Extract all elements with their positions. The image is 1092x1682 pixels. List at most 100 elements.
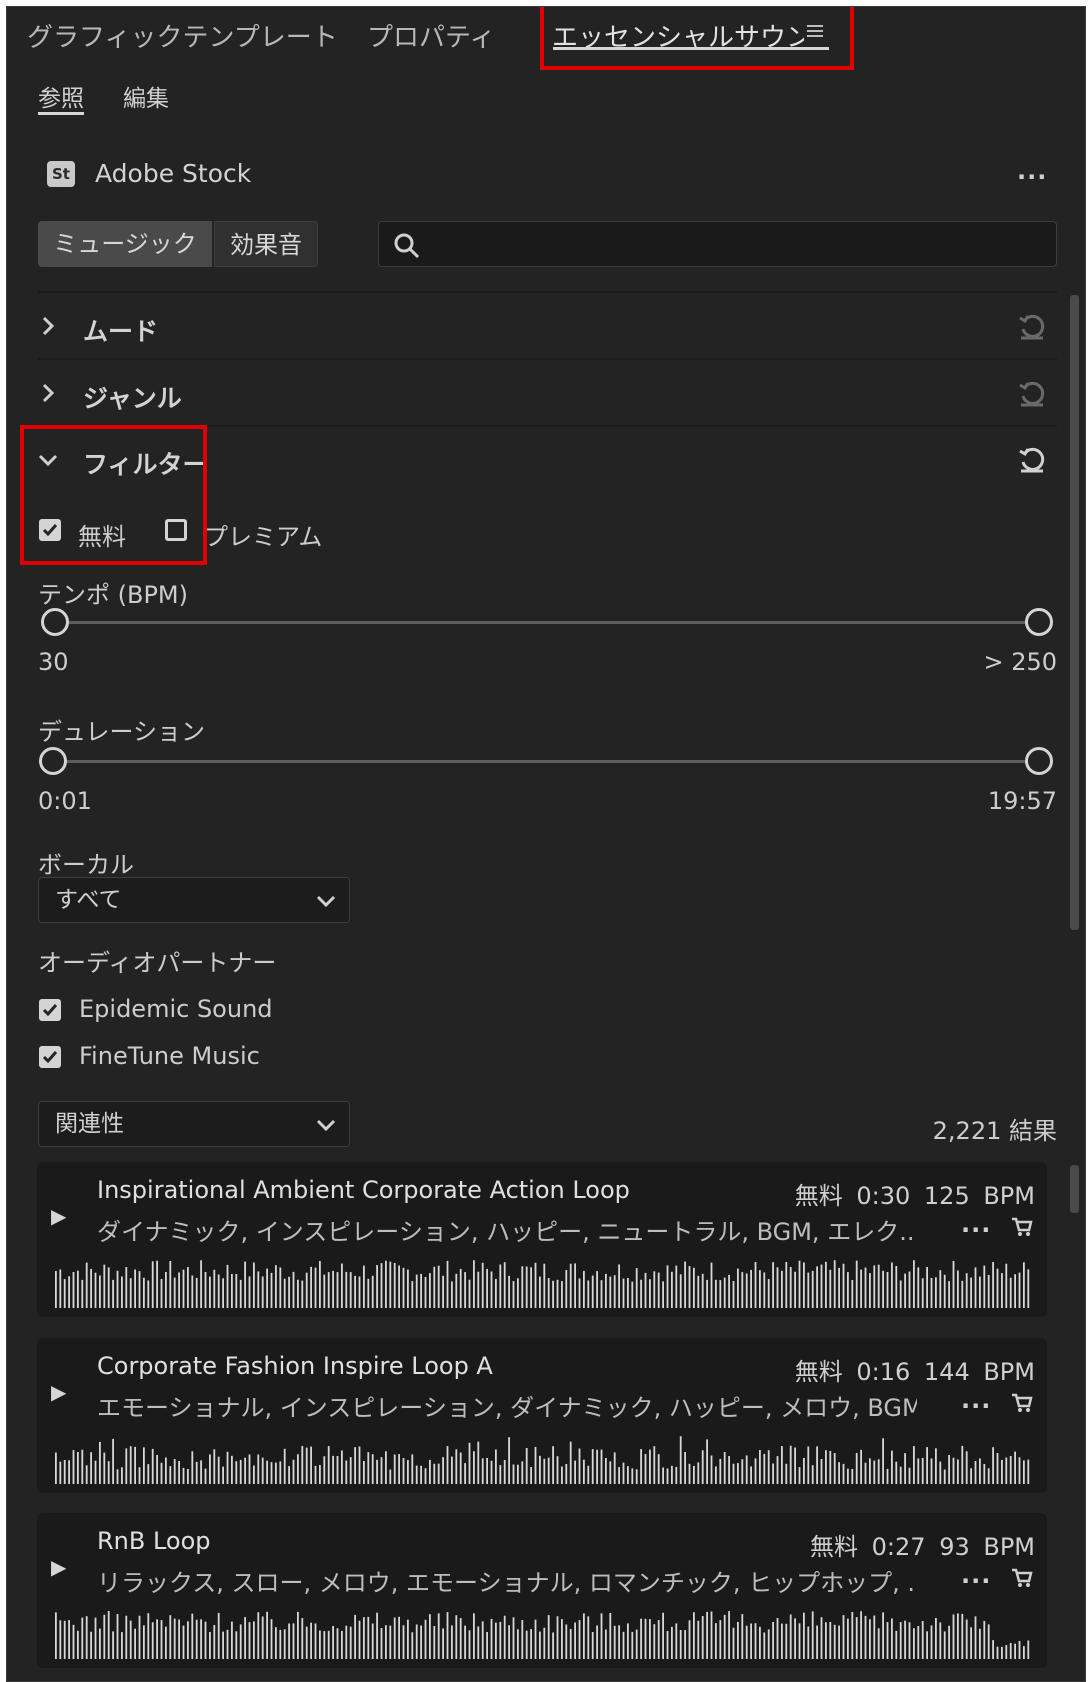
waveform-bar [609,1276,612,1308]
waveform-bar [468,1279,471,1308]
waveform-bar [776,1456,779,1484]
waveform-bar [1005,1457,1008,1484]
waveform-bar [943,1631,946,1659]
waveform-bar [490,1618,493,1659]
waveform-bar [424,1277,427,1308]
waveform-bar [200,1260,202,1308]
chevron-right-icon[interactable] [37,382,59,404]
waveform-bar [873,1615,876,1659]
more-options-icon[interactable]: ... [1017,157,1047,185]
chevron-right-icon[interactable] [37,315,59,337]
subtab-indicator [38,112,84,115]
track-more-icon[interactable]: ... [961,1386,991,1414]
tempo-min-handle[interactable] [41,608,69,636]
waveform-bar [129,1278,132,1308]
waveform-bar [961,1445,964,1484]
duration-max-handle[interactable] [1025,747,1053,775]
waveform[interactable] [55,1260,1030,1308]
waveform-bar [451,1281,453,1308]
track-title: Inspirational Ambient Corporate Action L… [97,1176,630,1204]
waveform-bar [935,1277,937,1308]
waveform-bar [464,1463,466,1484]
waveform-bar [917,1458,920,1484]
track-item[interactable]: ▶ RnB Loop 無料 0:27 93 BPM リラックス, スロー, メロ… [37,1513,1047,1668]
waveform-bar [600,1280,603,1308]
subtab-edit[interactable]: 編集 [123,79,169,113]
music-toggle-button[interactable]: ミュージック [38,221,212,267]
waveform-bar [490,1271,493,1308]
waveform-bar [776,1618,779,1659]
waveform-bar [899,1466,902,1484]
waveform-bar [275,1627,277,1659]
waveform-bar [327,1272,330,1308]
play-icon[interactable]: ▶ [51,1555,66,1579]
waveform-bar [55,1271,57,1308]
waveform-bar [842,1463,845,1484]
waveform-bar [1023,1460,1025,1484]
reset-icon[interactable] [1017,445,1047,475]
waveform[interactable] [55,1611,1030,1659]
cart-icon[interactable] [1011,1392,1033,1414]
waveform-bar [530,1267,532,1308]
waveform-bar [627,1278,629,1308]
waveform-bar [407,1269,409,1308]
waveform-bar [231,1621,233,1659]
search-input[interactable] [378,221,1057,267]
waveform-bar [688,1266,691,1308]
tab-graphic-templates[interactable]: グラフィックテンプレート [27,17,338,54]
waveform-bar [992,1447,994,1484]
waveform-bar [107,1611,110,1659]
play-icon[interactable]: ▶ [51,1204,66,1228]
subtab-browse[interactable]: 参照 [38,79,84,113]
track-more-icon[interactable]: ... [961,1210,991,1238]
waveform-bar [446,1446,449,1484]
waveform-bar [226,1264,229,1308]
waveform-bar [653,1271,656,1308]
waveform-bar [231,1455,233,1484]
reset-icon[interactable] [1017,379,1047,409]
play-icon[interactable]: ▶ [51,1380,66,1404]
waveform-bar [451,1456,453,1484]
duration-min-handle[interactable] [39,747,67,775]
waveform-bar [187,1267,189,1308]
waveform-bar [904,1273,906,1308]
waveform-bar [983,1620,986,1659]
results-scrollbar[interactable] [1070,1165,1079,1213]
section-genre[interactable]: ジャンル [83,379,182,415]
section-mood[interactable]: ムード [83,312,158,348]
waveform-bar [116,1469,119,1484]
cart-icon[interactable] [1011,1567,1033,1589]
waveform-bar [794,1271,796,1308]
tab-properties[interactable]: プロパティ [367,17,495,54]
reset-icon[interactable] [1017,312,1047,342]
track-more-icon[interactable]: ... [961,1561,991,1589]
finetune-music-checkbox[interactable] [39,1046,61,1068]
cart-icon[interactable] [1011,1216,1033,1238]
waveform-bar [481,1458,484,1484]
waveform-bar [226,1451,229,1484]
tempo-max-handle[interactable] [1025,608,1053,636]
waveform-bar [829,1622,832,1659]
waveform-bar [855,1617,858,1659]
epidemic-sound-checkbox[interactable] [39,999,61,1021]
track-item[interactable]: ▶ Inspirational Ambient Corporate Action… [37,1162,1047,1317]
filter-scrollbar[interactable] [1070,295,1079,930]
sort-dropdown[interactable]: 関連性 [38,1101,350,1147]
waveform-bar [301,1618,304,1659]
waveform[interactable] [55,1436,1030,1484]
waveform-bar [547,1615,550,1659]
track-item[interactable]: ▶ Corporate Fashion Inspire Loop A 無料 0:… [37,1338,1047,1493]
waveform-bar [644,1618,647,1659]
waveform-bar [72,1272,75,1308]
waveform-bar [499,1465,502,1484]
waveform-bar [327,1630,330,1659]
sfx-toggle-button[interactable]: 効果音 [214,221,318,267]
waveform-bar [996,1268,999,1308]
waveform-bar [376,1459,378,1484]
waveform-bar [385,1451,387,1484]
waveform-bar [209,1632,211,1659]
waveform-bar [587,1280,590,1308]
vocal-dropdown[interactable]: すべて [38,877,350,923]
waveform-bar [143,1277,145,1308]
waveform-bar [1001,1459,1003,1484]
